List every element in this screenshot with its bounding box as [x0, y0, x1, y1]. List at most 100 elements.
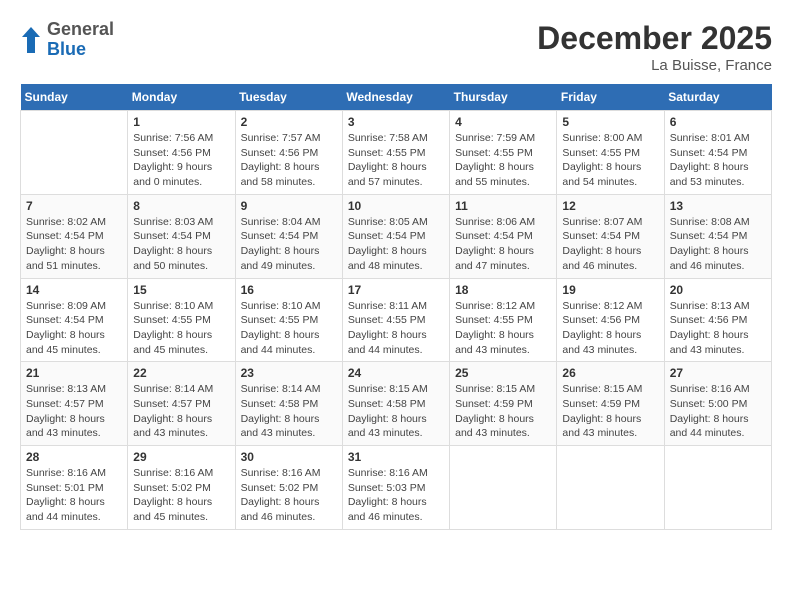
month-title: December 2025	[537, 20, 772, 57]
calendar-cell: 20Sunrise: 8:13 AM Sunset: 4:56 PM Dayli…	[664, 278, 771, 362]
calendar-cell: 24 Sunrise: 8:15 AM Sunset: 4:58 PM Dayli…	[342, 362, 449, 446]
calendar-cell: 25Sunrise: 8:15 AM Sunset: 4:59 PM Dayli…	[450, 362, 557, 446]
day-info: Sunrise: 8:11 AM Sunset: 4:55 PM Dayligh…	[348, 299, 444, 358]
column-header-sunday: Sunday	[21, 84, 128, 111]
calendar-cell: 26 Sunrise: 8:15 AM Sunset: 4:59 PM Dayli…	[557, 362, 664, 446]
day-info: Sunrise: 8:00 AM Sunset: 4:55 PM Dayligh…	[562, 131, 658, 190]
day-info: Sunrise: 8:07 AM Sunset: 4:54 PM Dayligh…	[562, 215, 658, 274]
day-number: 17	[348, 283, 444, 297]
day-number: 4	[455, 115, 551, 129]
calendar-cell	[21, 111, 128, 195]
day-info: Sunrise: 8:06 AM Sunset: 4:54 PM Dayligh…	[455, 215, 551, 274]
day-number: 28	[26, 450, 122, 464]
day-info: Sunrise: 7:58 AM Sunset: 4:55 PM Dayligh…	[348, 131, 444, 190]
day-number: 16	[241, 283, 337, 297]
calendar-cell: 13Sunrise: 8:08 AM Sunset: 4:54 PM Dayli…	[664, 194, 771, 278]
calendar-cell: 30 Sunrise: 8:16 AM Sunset: 5:02 PM Dayli…	[235, 446, 342, 530]
calendar-week-2: 7 Sunrise: 8:02 AM Sunset: 4:54 PM Daylig…	[21, 194, 772, 278]
day-number: 9	[241, 199, 337, 213]
calendar-cell: 5 Sunrise: 8:00 AM Sunset: 4:55 PM Daylig…	[557, 111, 664, 195]
day-info: Sunrise: 7:59 AM Sunset: 4:55 PM Dayligh…	[455, 131, 551, 190]
calendar-cell: 17 Sunrise: 8:11 AM Sunset: 4:55 PM Dayli…	[342, 278, 449, 362]
calendar-cell: 18 Sunrise: 8:12 AM Sunset: 4:55 PM Dayli…	[450, 278, 557, 362]
calendar-cell: 6Sunrise: 8:01 AM Sunset: 4:54 PM Daylig…	[664, 111, 771, 195]
calendar-cell: 8Sunrise: 8:03 AM Sunset: 4:54 PM Daylig…	[128, 194, 235, 278]
day-info: Sunrise: 8:10 AM Sunset: 4:55 PM Dayligh…	[133, 299, 229, 358]
column-header-wednesday: Wednesday	[342, 84, 449, 111]
day-info: Sunrise: 8:09 AM Sunset: 4:54 PM Dayligh…	[26, 299, 122, 358]
day-info: Sunrise: 8:10 AM Sunset: 4:55 PM Dayligh…	[241, 299, 337, 358]
day-info: Sunrise: 8:15 AM Sunset: 4:59 PM Dayligh…	[455, 382, 551, 441]
day-info: Sunrise: 8:15 AM Sunset: 4:58 PM Dayligh…	[348, 382, 444, 441]
logo-blue-text: Blue	[47, 40, 114, 60]
calendar-cell: 1 Sunrise: 7:56 AM Sunset: 4:56 PM Daylig…	[128, 111, 235, 195]
logo: General Blue	[20, 20, 114, 60]
day-number: 31	[348, 450, 444, 464]
day-number: 30	[241, 450, 337, 464]
calendar-cell: 10 Sunrise: 8:05 AM Sunset: 4:54 PM Dayli…	[342, 194, 449, 278]
day-number: 19	[562, 283, 658, 297]
day-number: 12	[562, 199, 658, 213]
day-info: Sunrise: 8:15 AM Sunset: 4:59 PM Dayligh…	[562, 382, 658, 441]
calendar-cell: 15Sunrise: 8:10 AM Sunset: 4:55 PM Dayli…	[128, 278, 235, 362]
calendar-week-1: 1 Sunrise: 7:56 AM Sunset: 4:56 PM Daylig…	[21, 111, 772, 195]
calendar-cell: 31 Sunrise: 8:16 AM Sunset: 5:03 PM Dayli…	[342, 446, 449, 530]
column-header-tuesday: Tuesday	[235, 84, 342, 111]
calendar-cell: 19 Sunrise: 8:12 AM Sunset: 4:56 PM Dayli…	[557, 278, 664, 362]
column-header-friday: Friday	[557, 84, 664, 111]
calendar-week-4: 21 Sunrise: 8:13 AM Sunset: 4:57 PM Dayli…	[21, 362, 772, 446]
column-header-thursday: Thursday	[450, 84, 557, 111]
logo-icon	[20, 25, 42, 55]
calendar-header-row: SundayMondayTuesdayWednesdayThursdayFrid…	[21, 84, 772, 111]
day-number: 10	[348, 199, 444, 213]
day-number: 11	[455, 199, 551, 213]
calendar-cell: 22Sunrise: 8:14 AM Sunset: 4:57 PM Dayli…	[128, 362, 235, 446]
day-number: 20	[670, 283, 766, 297]
calendar-week-5: 28 Sunrise: 8:16 AM Sunset: 5:01 PM Dayli…	[21, 446, 772, 530]
day-number: 26	[562, 366, 658, 380]
day-number: 1	[133, 115, 229, 129]
location-text: La Buisse, France	[537, 57, 772, 74]
calendar-cell: 27Sunrise: 8:16 AM Sunset: 5:00 PM Dayli…	[664, 362, 771, 446]
calendar-cell: 2 Sunrise: 7:57 AM Sunset: 4:56 PM Daylig…	[235, 111, 342, 195]
calendar-cell: 11 Sunrise: 8:06 AM Sunset: 4:54 PM Dayli…	[450, 194, 557, 278]
calendar-cell: 4 Sunrise: 7:59 AM Sunset: 4:55 PM Daylig…	[450, 111, 557, 195]
day-number: 27	[670, 366, 766, 380]
calendar-cell	[664, 446, 771, 530]
day-info: Sunrise: 8:12 AM Sunset: 4:56 PM Dayligh…	[562, 299, 658, 358]
calendar-week-3: 14Sunrise: 8:09 AM Sunset: 4:54 PM Dayli…	[21, 278, 772, 362]
day-info: Sunrise: 8:02 AM Sunset: 4:54 PM Dayligh…	[26, 215, 122, 274]
day-number: 23	[241, 366, 337, 380]
calendar-cell: 16 Sunrise: 8:10 AM Sunset: 4:55 PM Dayli…	[235, 278, 342, 362]
day-number: 21	[26, 366, 122, 380]
day-info: Sunrise: 8:16 AM Sunset: 5:02 PM Dayligh…	[241, 466, 337, 525]
day-info: Sunrise: 7:56 AM Sunset: 4:56 PM Dayligh…	[133, 131, 229, 190]
logo-general-text: General	[47, 20, 114, 40]
day-info: Sunrise: 8:13 AM Sunset: 4:57 PM Dayligh…	[26, 382, 122, 441]
calendar-cell: 3Sunrise: 7:58 AM Sunset: 4:55 PM Daylig…	[342, 111, 449, 195]
day-number: 6	[670, 115, 766, 129]
day-info: Sunrise: 8:12 AM Sunset: 4:55 PM Dayligh…	[455, 299, 551, 358]
day-info: Sunrise: 8:05 AM Sunset: 4:54 PM Dayligh…	[348, 215, 444, 274]
day-number: 18	[455, 283, 551, 297]
calendar-table: SundayMondayTuesdayWednesdayThursdayFrid…	[20, 84, 772, 530]
calendar-cell: 7 Sunrise: 8:02 AM Sunset: 4:54 PM Daylig…	[21, 194, 128, 278]
day-number: 24	[348, 366, 444, 380]
day-number: 5	[562, 115, 658, 129]
calendar-cell: 29Sunrise: 8:16 AM Sunset: 5:02 PM Dayli…	[128, 446, 235, 530]
day-number: 13	[670, 199, 766, 213]
day-info: Sunrise: 8:04 AM Sunset: 4:54 PM Dayligh…	[241, 215, 337, 274]
day-info: Sunrise: 8:14 AM Sunset: 4:58 PM Dayligh…	[241, 382, 337, 441]
title-block: December 2025 La Buisse, France	[537, 20, 772, 74]
day-info: Sunrise: 7:57 AM Sunset: 4:56 PM Dayligh…	[241, 131, 337, 190]
calendar-cell: 28 Sunrise: 8:16 AM Sunset: 5:01 PM Dayli…	[21, 446, 128, 530]
day-number: 2	[241, 115, 337, 129]
day-info: Sunrise: 8:16 AM Sunset: 5:03 PM Dayligh…	[348, 466, 444, 525]
column-header-monday: Monday	[128, 84, 235, 111]
day-number: 8	[133, 199, 229, 213]
day-info: Sunrise: 8:16 AM Sunset: 5:02 PM Dayligh…	[133, 466, 229, 525]
calendar-cell: 9 Sunrise: 8:04 AM Sunset: 4:54 PM Daylig…	[235, 194, 342, 278]
day-number: 7	[26, 199, 122, 213]
day-info: Sunrise: 8:16 AM Sunset: 5:01 PM Dayligh…	[26, 466, 122, 525]
calendar-cell: 12 Sunrise: 8:07 AM Sunset: 4:54 PM Dayli…	[557, 194, 664, 278]
